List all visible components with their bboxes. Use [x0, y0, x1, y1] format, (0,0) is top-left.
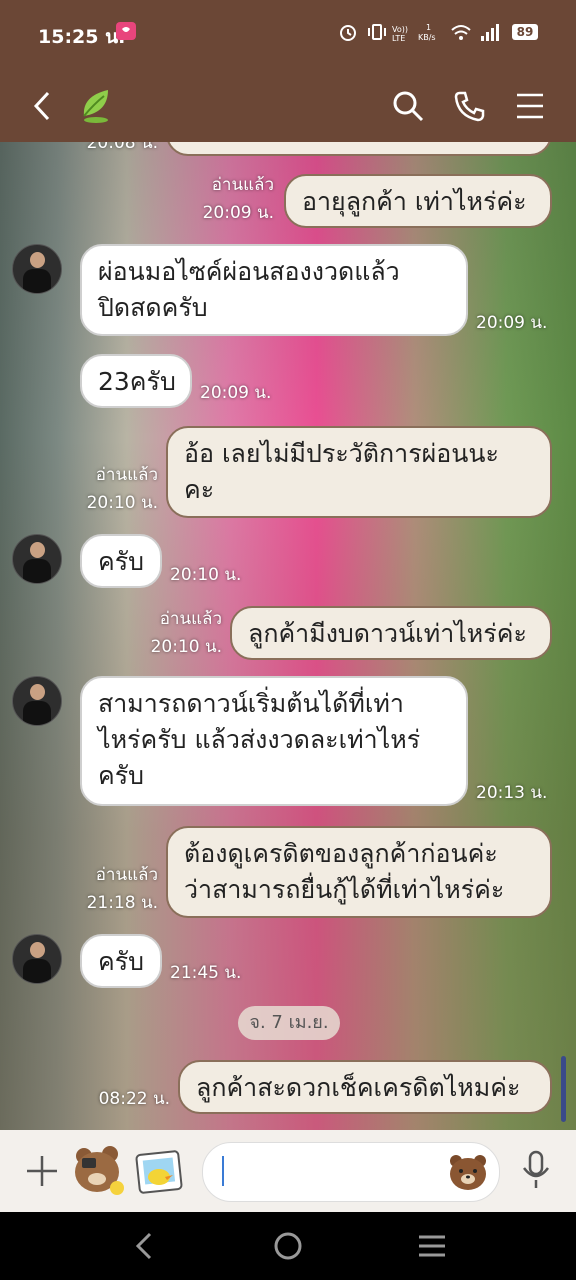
svg-text:1: 1: [426, 23, 431, 32]
alarm-icon: [338, 22, 358, 47]
message-time: 21:18 น.: [86, 893, 158, 913]
recents-icon: [419, 1235, 445, 1257]
hamburger-menu-icon: [517, 93, 543, 119]
chat-area[interactable]: 20:08 น. อ่านแล้ว 20:09 น. อายุลูกค้า เท…: [0, 142, 576, 1130]
phone-icon: [454, 91, 485, 122]
svg-text:Vo)): Vo)): [392, 25, 408, 34]
wifi-icon: [450, 22, 472, 47]
scrollbar[interactable]: [561, 1056, 566, 1122]
contact-avatar[interactable]: [12, 934, 62, 984]
volte-icon: Vo)) LTE: [392, 24, 412, 45]
svg-text:LTE: LTE: [392, 34, 405, 42]
message-bubble-incoming[interactable]: 23ครับ: [80, 354, 192, 408]
system-recents-button[interactable]: [410, 1224, 454, 1268]
message-time: 20:13 น.: [476, 783, 548, 803]
back-button[interactable]: [20, 84, 64, 128]
message-bubble-incoming[interactable]: ผ่อนมอไซค์ผ่อนสองงวดแล้ว ปิดสดครับ: [80, 244, 468, 336]
message-text-line: ไหร่ครับ แล้วส่งงวดละเท่าไหร่: [98, 725, 421, 754]
home-circle-icon: [274, 1232, 302, 1260]
system-home-button[interactable]: [266, 1224, 310, 1268]
call-button[interactable]: [448, 84, 492, 128]
message-time: 20:09 น.: [476, 313, 548, 333]
message-bubble-incoming[interactable]: ครับ: [80, 534, 162, 588]
message-bubble-outgoing[interactable]: อ้อ เลยไม่มีประวัติการผ่อนนะ คะ: [166, 426, 552, 518]
message-text-line: ครับ: [98, 761, 145, 790]
contact-avatar[interactable]: [12, 244, 62, 294]
message-bubble-incoming[interactable]: ครับ: [80, 934, 162, 988]
message-time: 08:22 น.: [98, 1089, 170, 1109]
message-bubble-outgoing[interactable]: อายุลูกค้า เท่าไหร่ค่ะ: [284, 174, 552, 228]
system-back-button[interactable]: [122, 1224, 166, 1268]
photo-sticker-icon: [135, 1150, 183, 1194]
sticker-button[interactable]: [70, 1142, 126, 1200]
add-button[interactable]: [20, 1149, 64, 1193]
contact-avatar[interactable]: [12, 534, 62, 584]
message-text-line: ต้องดูเครดิตของลูกค้าก่อนค่ะ: [184, 839, 498, 868]
back-arrow-icon: [135, 1232, 152, 1260]
microphone-icon: [523, 1150, 549, 1188]
date-separator: จ. 7 เม.ย.: [238, 1006, 340, 1040]
text-cursor: [222, 1156, 224, 1186]
read-receipt: อ่านแล้ว: [95, 465, 158, 485]
message-time: 20:09 น.: [202, 203, 274, 223]
data-speed-icon: 1 KB/s: [418, 22, 444, 47]
read-receipt: อ่านแล้ว: [211, 175, 274, 195]
plus-icon: [27, 1156, 57, 1186]
image-button[interactable]: [134, 1146, 186, 1198]
message-text-line: คะ: [184, 475, 215, 504]
message-text-line: ว่าสามารถยื่นกู้ได้ที่เท่าไหร่ค่ะ: [184, 875, 505, 904]
message-text-line: อ้อ เลยไม่มีประวัติการผ่อนนะ: [184, 439, 499, 468]
message-text-line: สามารถดาวน์เริ่มต้นได้ที่เท่า: [98, 689, 404, 718]
message-bubble-incoming[interactable]: สามารถดาวน์เริ่มต้นได้ที่เท่า ไหร่ครับ แ…: [80, 676, 468, 806]
message-time: 20:09 น.: [200, 383, 272, 403]
system-navigation-bar: [0, 1212, 576, 1280]
message-bubble-outgoing[interactable]: ลูกค้ามีงบดาวน์เท่าไหร่ค่ะ: [230, 606, 552, 660]
message-bubble-outgoing[interactable]: [166, 142, 552, 156]
chevron-left-icon: [33, 91, 50, 121]
read-receipt: อ่านแล้ว: [95, 865, 158, 885]
emoji-button[interactable]: [446, 1150, 490, 1194]
bear-emoji-icon: [450, 1155, 486, 1190]
read-receipt: อ่านแล้ว: [159, 609, 222, 629]
search-icon: [393, 91, 424, 122]
status-bar: 15:25 น. Vo)) LTE 1 KB/s 89: [0, 0, 576, 70]
leaf-icon: [83, 90, 108, 123]
signal-icon: [480, 22, 502, 47]
message-time: 20:10 น.: [170, 565, 242, 585]
message-time: 21:45 น.: [170, 963, 242, 983]
message-text-line: ปิดสดครับ: [98, 293, 208, 322]
menu-button[interactable]: [508, 84, 552, 128]
svg-text:KB/s: KB/s: [418, 33, 436, 42]
message-time: 20:08 น.: [86, 142, 158, 153]
battery-indicator: 89: [512, 24, 538, 40]
search-button[interactable]: [386, 84, 430, 128]
chat-header: [0, 70, 576, 142]
vibrate-icon: [366, 22, 388, 47]
contact-avatar[interactable]: [12, 676, 62, 726]
brown-bear-sticker-icon: [75, 1146, 124, 1195]
message-time: 20:10 น.: [86, 493, 158, 513]
status-time: 15:25 น.: [38, 26, 126, 48]
message-text-line: ผ่อนมอไซค์ผ่อนสองงวดแล้ว: [98, 257, 400, 286]
voice-button[interactable]: [514, 1148, 558, 1192]
message-bubble-outgoing[interactable]: ลูกค้าสะดวกเช็คเครดิตไหมค่ะ: [178, 1060, 552, 1114]
notification-app-icon: [115, 20, 137, 47]
message-bubble-outgoing[interactable]: ต้องดูเครดิตของลูกค้าก่อนค่ะ ว่าสามารถยื…: [166, 826, 552, 918]
message-time: 20:10 น.: [150, 637, 222, 657]
chat-profile-icon[interactable]: [74, 84, 118, 128]
